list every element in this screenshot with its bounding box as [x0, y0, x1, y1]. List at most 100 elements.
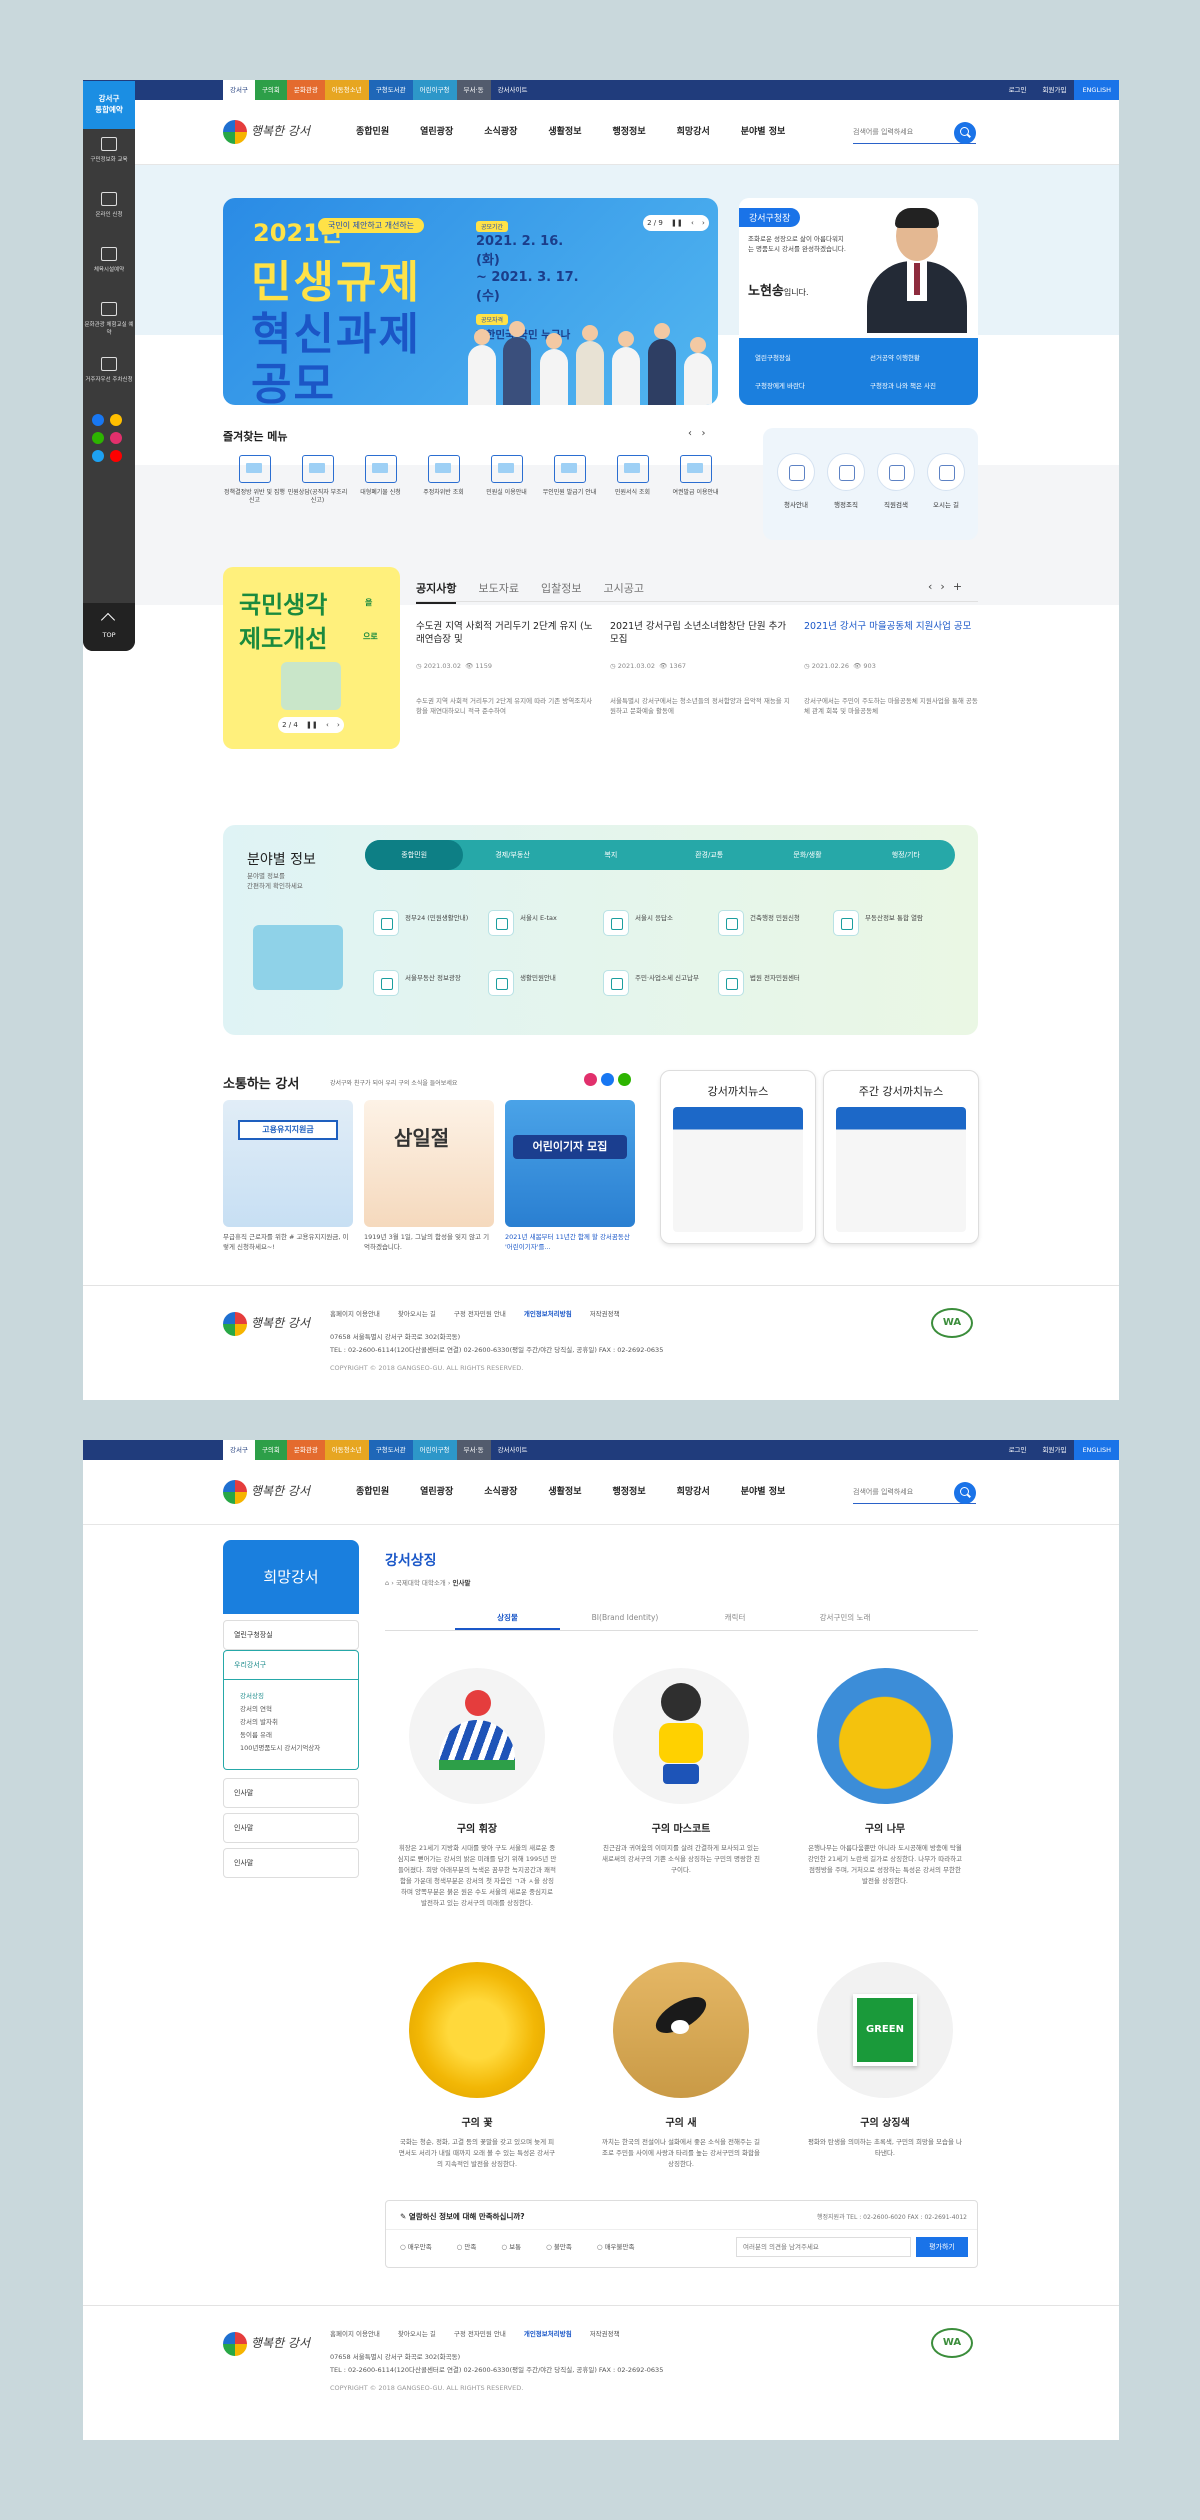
- mayor-link[interactable]: 선거공약 이행현황: [870, 352, 920, 362]
- menu-item[interactable]: 생활정보: [548, 1460, 581, 1525]
- blog-icon[interactable]: [92, 432, 104, 444]
- search-icon[interactable]: [954, 1482, 976, 1504]
- search-input[interactable]: [853, 122, 953, 142]
- favorite-item[interactable]: 무인민원 발급기 안내: [538, 455, 601, 530]
- util-link[interactable]: 아동청소년: [324, 1440, 369, 1460]
- menu-item[interactable]: 행정정보: [613, 100, 646, 165]
- lnb-sub-item[interactable]: 동이름 유래: [240, 1729, 358, 1742]
- menu-item[interactable]: 생활정보: [548, 100, 581, 165]
- survey-option[interactable]: ○ 불만족: [546, 2241, 572, 2251]
- pause-icon[interactable]: ❚❚: [671, 219, 683, 227]
- english-link[interactable]: ENGLISH: [1074, 80, 1119, 100]
- favorite-item[interactable]: 민원상담(공직자 부조리신고): [286, 455, 349, 530]
- favorite-item[interactable]: 주정차위반 조회: [412, 455, 475, 530]
- menu-item[interactable]: 행정정보: [613, 1460, 646, 1525]
- next-icon[interactable]: ›: [702, 428, 706, 439]
- more-icon[interactable]: +: [953, 580, 970, 593]
- util-link[interactable]: 구의회: [254, 1440, 287, 1460]
- footer-link[interactable]: 홈페이지 이용안내: [330, 1308, 380, 1318]
- survey-option[interactable]: ○ 매우만족: [400, 2241, 432, 2251]
- footer-link[interactable]: 홈페이지 이용안내: [330, 2328, 380, 2338]
- sns-card[interactable]: 삼일절: [364, 1100, 494, 1227]
- util-link[interactable]: 강서구: [223, 80, 255, 100]
- menu-item[interactable]: 종합민원: [356, 1460, 389, 1525]
- site-logo[interactable]: 행복한 강서: [223, 1476, 318, 1510]
- top-button[interactable]: TOP: [83, 603, 135, 651]
- next-icon[interactable]: ›: [940, 580, 952, 593]
- breadcrumb-item[interactable]: 국제대학 대학소개: [396, 1579, 446, 1587]
- tab-economy[interactable]: 경제/부동산: [463, 840, 561, 870]
- favorite-item[interactable]: 대형폐기물 신청: [349, 455, 412, 530]
- lnb-item[interactable]: 인사말: [223, 1813, 359, 1843]
- quick-item[interactable]: 거주자우선 주차신청: [83, 349, 135, 404]
- next-icon[interactable]: ›: [337, 721, 340, 729]
- notice-item[interactable]: 2021년 강서구립 소년소녀합창단 단원 추가모집 ◷ 2021.03.02 …: [610, 620, 790, 716]
- main-banner[interactable]: 2021년 국민이 제안하고 개선하는 민생규제 혁신과제 공모 공모기간 20…: [223, 198, 718, 405]
- util-link[interactable]: 부서·동: [456, 80, 491, 100]
- lnb-item[interactable]: 인사말: [223, 1778, 359, 1808]
- service-item[interactable]: 오시는 길: [921, 453, 971, 509]
- util-link[interactable]: 어린이구청: [412, 80, 457, 100]
- join-link[interactable]: 회원가입: [1035, 80, 1075, 100]
- menu-item[interactable]: 종합민원: [356, 100, 389, 165]
- service-item[interactable]: 행정조직: [821, 453, 871, 509]
- lnb-item[interactable]: 우리강서구: [223, 1650, 359, 1680]
- footer-link[interactable]: 구정 전자민원 안내: [454, 2328, 506, 2338]
- campaign-banner[interactable]: 국민생각 을 제도개선 으로 2 / 4 ❚❚ ‹ ›: [223, 567, 400, 749]
- footer-link[interactable]: 개인정보처리방침: [524, 2328, 572, 2338]
- news-box[interactable]: 주간 강서까치뉴스: [823, 1070, 979, 1244]
- sns-card[interactable]: 어린이기자 모집: [505, 1100, 635, 1227]
- util-link[interactable]: 어린이구청: [412, 1440, 457, 1460]
- footer-link[interactable]: 개인정보처리방침: [524, 1308, 572, 1318]
- favorite-item[interactable]: 여권발급 이용안내: [664, 455, 727, 530]
- footer-link[interactable]: 저작권정책: [590, 2328, 620, 2338]
- lnb-item[interactable]: 인사말: [223, 1848, 359, 1878]
- menu-item[interactable]: 분야별 정보: [741, 100, 786, 165]
- tab-admin[interactable]: 행정/기타: [857, 840, 955, 870]
- quick-head[interactable]: 강서구 통합예약: [83, 81, 135, 129]
- login-link[interactable]: 로그인: [1001, 1440, 1035, 1460]
- mayor-link[interactable]: 구청장에게 바란다: [755, 380, 805, 390]
- tab-bi[interactable]: BI(Brand Identity): [560, 1605, 690, 1630]
- quick-item[interactable]: 문화관광 체험교실 예약: [83, 294, 135, 349]
- lnb-sub-item[interactable]: 강서의 연혁: [240, 1703, 358, 1716]
- lnb-sub-item[interactable]: 강서의 발자취: [240, 1716, 358, 1729]
- tab-symbol[interactable]: 상징물: [455, 1605, 560, 1630]
- tab-culture[interactable]: 문화/생활: [758, 840, 856, 870]
- facebook-icon[interactable]: [92, 414, 104, 426]
- util-link[interactable]: 문화관광: [286, 1440, 325, 1460]
- quick-item[interactable]: 구민정보화 교육: [83, 129, 135, 184]
- notice-item[interactable]: 2021년 강서구 마을공동체 지원사업 공모 ◷ 2021.02.26 👁 9…: [804, 620, 978, 716]
- instagram-icon[interactable]: [584, 1073, 597, 1086]
- util-link[interactable]: 문화관광: [286, 80, 325, 100]
- lnb-sub-item[interactable]: 강서상징: [240, 1690, 358, 1703]
- survey-option[interactable]: ○ 매우불만족: [597, 2241, 635, 2251]
- survey-comment-input[interactable]: [736, 2237, 911, 2257]
- kakao-icon[interactable]: [110, 414, 122, 426]
- tab-general[interactable]: 종합민원: [365, 840, 464, 870]
- prev-icon[interactable]: ‹: [326, 721, 329, 729]
- menu-item[interactable]: 소식광장: [484, 1460, 517, 1525]
- prev-icon[interactable]: ‹: [928, 580, 940, 593]
- footer-link[interactable]: 구정 전자민원 안내: [454, 1308, 506, 1318]
- quick-item[interactable]: 체육시설예약: [83, 239, 135, 294]
- prev-icon[interactable]: ‹: [688, 428, 692, 439]
- tab-character[interactable]: 캐릭터: [690, 1605, 780, 1630]
- login-link[interactable]: 로그인: [1001, 80, 1035, 100]
- menu-item[interactable]: 열린광장: [420, 100, 453, 165]
- footer-link[interactable]: 찾아오시는 길: [398, 2328, 436, 2338]
- join-link[interactable]: 회원가입: [1035, 1440, 1075, 1460]
- pause-icon[interactable]: ❚❚: [306, 721, 318, 729]
- facebook-icon[interactable]: [601, 1073, 614, 1086]
- menu-item[interactable]: 분야별 정보: [741, 1460, 786, 1525]
- favorite-item[interactable]: 민원서식 조회: [601, 455, 664, 530]
- blog-icon[interactable]: [618, 1073, 631, 1086]
- next-icon[interactable]: ›: [702, 219, 705, 227]
- tab-song[interactable]: 강서구민의 노래: [780, 1605, 910, 1630]
- favorite-item[interactable]: 민원실 이용안내: [475, 455, 538, 530]
- menu-item[interactable]: 희망강서: [677, 100, 710, 165]
- sns-card[interactable]: 고용유지지원금: [223, 1100, 353, 1227]
- tab-environment[interactable]: 환경/교통: [660, 840, 758, 870]
- menu-item[interactable]: 희망강서: [677, 1460, 710, 1525]
- twitter-icon[interactable]: [92, 450, 104, 462]
